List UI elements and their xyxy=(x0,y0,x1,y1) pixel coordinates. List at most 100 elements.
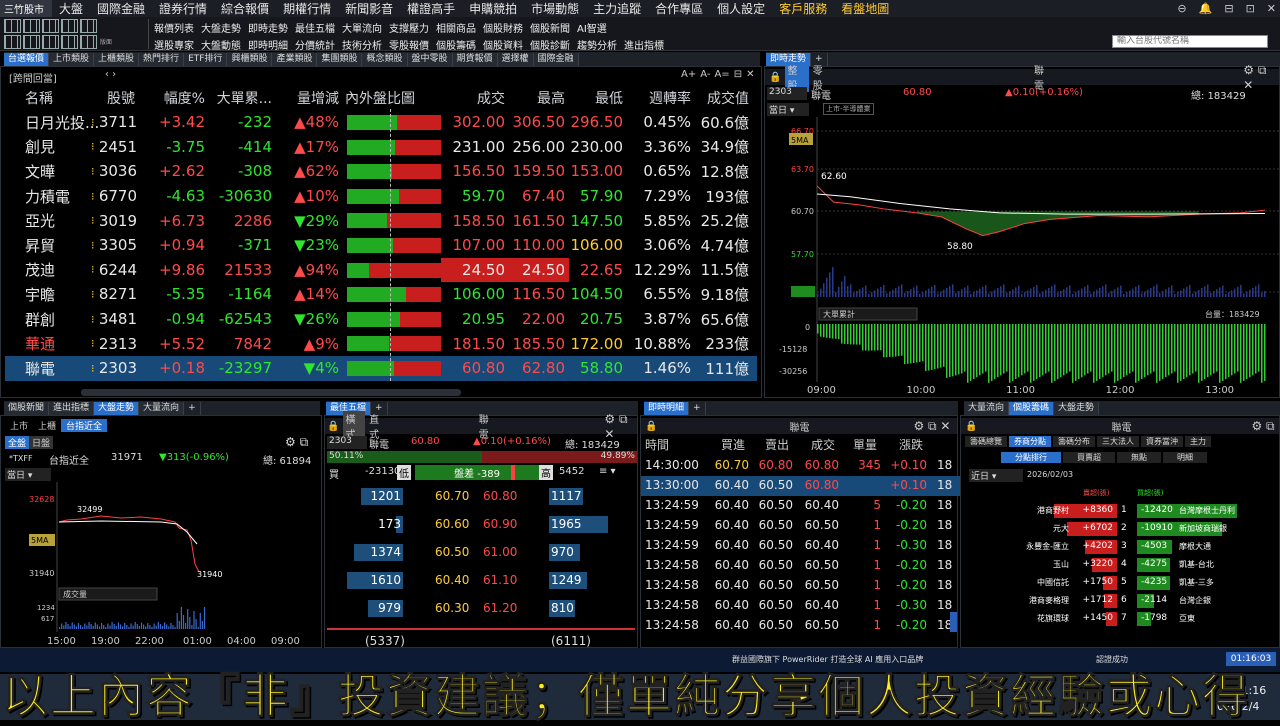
quote-control-0[interactable]: A+ xyxy=(681,69,696,80)
toolbar-btn-5[interactable]: 支撐壓力 xyxy=(389,20,429,35)
broker-sell-name[interactable]: 台灣企銀 xyxy=(1179,595,1211,606)
quote-tab-1[interactable]: 上市類股 xyxy=(49,53,95,66)
broker-sell-name[interactable]: 凱基-台北 xyxy=(1179,559,1214,570)
toolbar-btn2-5[interactable]: 零股報價 xyxy=(389,37,429,52)
menu-item-10[interactable]: 合作專區 xyxy=(648,0,710,17)
quote-control-1[interactable]: A- xyxy=(700,69,710,80)
menu-item-0[interactable]: 大盤 xyxy=(52,0,90,17)
layout-grid-icon[interactable] xyxy=(42,19,59,33)
index-period-select[interactable]: 當日 ▾ xyxy=(5,468,51,481)
more-icon[interactable]: ⁝ xyxy=(91,239,95,252)
broker-tab-1[interactable]: 個股籌碼 xyxy=(1009,402,1055,415)
quote-tab-12[interactable]: 國際金融 xyxy=(533,53,579,66)
toolbar-btn2-4[interactable]: 技術分析 xyxy=(342,37,382,52)
menu-item-11[interactable]: 個人設定 xyxy=(710,0,772,17)
toolbar-btn-4[interactable]: 大單流向 xyxy=(342,20,382,35)
ask-price[interactable]: 61.10 xyxy=(483,572,517,589)
broker-buy-name[interactable]: 中國信託 xyxy=(1037,577,1069,588)
toolbar-btn-2[interactable]: 即時走勢 xyxy=(248,20,288,35)
broker-tab-2[interactable]: 大盤走勢 xyxy=(1054,402,1100,415)
scroll-thumb[interactable] xyxy=(950,612,957,632)
broker-buy-name[interactable]: 元大 xyxy=(1053,523,1069,534)
menu-item-5[interactable]: 新聞影音 xyxy=(338,0,400,17)
tick-row[interactable]: 13:24:58 60.40 60.50 60.50 1 -0.20 18 xyxy=(641,576,961,596)
toolbar-btn2-8[interactable]: 個股診斷 xyxy=(530,37,570,52)
broker-sell-name[interactable]: 台灣摩根士丹利 xyxy=(1179,505,1235,516)
tick-row[interactable]: 13:30:00 60.40 60.50 60.80 +0.10 18 xyxy=(641,476,961,496)
toolbar-btn2-9[interactable]: 趨勢分析 xyxy=(577,37,617,52)
more-icon[interactable]: ⁝ xyxy=(91,190,95,203)
index-tab-1[interactable]: 進出指標 xyxy=(49,402,95,415)
more-icon[interactable]: ⁝ xyxy=(91,214,95,227)
toolbar-btn-9[interactable]: AI智選 xyxy=(577,20,607,35)
tick-col-4[interactable]: 單量 xyxy=(853,436,877,453)
tick-col-1[interactable]: 買進 xyxy=(721,436,745,453)
toolbar-btn2-2[interactable]: 即時明細 xyxy=(248,37,288,52)
col-header-9[interactable]: 週轉率 xyxy=(649,88,691,108)
broker-sell-name[interactable]: 凱基-三多 xyxy=(1179,577,1214,588)
toolbar-btn2-1[interactable]: 大盤動態 xyxy=(201,37,241,52)
tick-col-5[interactable]: 漲跌 xyxy=(899,436,923,453)
broker-subtab-2[interactable]: 籌碼分布 xyxy=(1053,436,1095,447)
code-input[interactable]: 2303 xyxy=(767,87,807,100)
layout-grid-icon[interactable] xyxy=(4,35,21,49)
more-icon[interactable]: ⁝ xyxy=(91,288,95,301)
toolbar-btn2-10[interactable]: 進出指標 xyxy=(624,37,664,52)
quote-row[interactable]: 亞光 ⁝ 3019 +6.73 2286 ▼29% 158.50 161.50 147.50 5.… xyxy=(5,208,757,233)
tick-row[interactable]: 13:24:59 60.40 60.50 60.40 1 -0.30 18 xyxy=(641,536,961,556)
broker-subtab-5[interactable]: 主力 xyxy=(1185,436,1211,447)
broker-sell-name[interactable]: 亞東 xyxy=(1179,613,1195,624)
window-control-4[interactable]: ✕ xyxy=(1267,2,1276,15)
index-subtab-2[interactable]: 台指近全 xyxy=(61,419,108,432)
menu-item-12[interactable]: 客戶服務 xyxy=(772,0,834,17)
broker-subtab-1[interactable]: 券商分點 xyxy=(1009,436,1051,447)
ask-price[interactable]: 60.90 xyxy=(483,516,517,533)
index-mode-1[interactable]: 日盤 xyxy=(29,436,54,449)
quote-tab-3[interactable]: 熱門排行 xyxy=(139,53,185,66)
quote-tab-8[interactable]: 概念類股 xyxy=(362,53,408,66)
col-header-6[interactable]: 成交 xyxy=(477,88,505,108)
index-subtab-1[interactable]: 上櫃 xyxy=(33,419,61,432)
quote-row[interactable]: 力積電 ⁝ 6770 -4.63 -30630 ▲10% 59.70 67.40 57.90 7.… xyxy=(5,184,757,209)
quote-row[interactable]: 聯電 ⁝ 2303 +0.18 -23297 ▼4% 60.80 62.80 58.80 1.46… xyxy=(5,356,757,381)
horizontal-scrollbar[interactable] xyxy=(81,389,461,396)
menu-item-4[interactable]: 期權行情 xyxy=(276,0,338,17)
index-subtab-0[interactable]: 上市 xyxy=(5,419,33,432)
broker-subtab-0[interactable]: 籌碼總覽 xyxy=(965,436,1007,447)
tick-col-2[interactable]: 賣出 xyxy=(765,436,789,453)
layout-grid-icon[interactable] xyxy=(80,19,97,33)
add-tab-icon[interactable]: + xyxy=(689,402,706,415)
bid-price[interactable]: 60.50 xyxy=(435,544,469,561)
quote-row[interactable]: 文曄 ⁝ 3036 +2.62 -308 ▲62% 156.50 159.50 153.00 0.… xyxy=(5,159,757,184)
window-control-1[interactable]: 🔔 xyxy=(1199,2,1213,15)
quote-control-2[interactable]: A= xyxy=(714,69,729,80)
menu-item-13[interactable]: 看盤地圖 xyxy=(834,0,896,17)
quote-row[interactable]: 宇瞻 ⁝ 8271 -5.35 -1164 ▲14% 106.00 116.50 104.50 6… xyxy=(5,282,757,307)
best5-code[interactable]: 2303 xyxy=(327,436,367,449)
broker-sub2-1[interactable]: 買賣超 xyxy=(1063,452,1115,463)
broker-subtab-3[interactable]: 三大法人 xyxy=(1097,436,1139,447)
menu-item-6[interactable]: 權證高手 xyxy=(400,0,462,17)
broker-sell-name[interactable]: 新加坡商瑞銀 xyxy=(1179,523,1227,534)
quote-row[interactable]: 群創 ⁝ 3481 -0.94 -62543 ▼26% 20.95 22.00 20.75 3.8… xyxy=(5,307,757,332)
quote-tab-10[interactable]: 期貨報價 xyxy=(452,53,498,66)
quote-controls[interactable]: A+ A- A= ⊟ ✕ xyxy=(681,69,754,80)
layout-grid-icon[interactable] xyxy=(42,35,59,49)
search-input[interactable]: 輸入台股代號名稱 xyxy=(1112,35,1268,48)
menu-item-7[interactable]: 申購競拍 xyxy=(462,0,524,17)
col-header-0[interactable]: 名稱 xyxy=(25,88,53,108)
broker-buy-name[interactable]: 玉山 xyxy=(1053,559,1069,570)
more-icon[interactable]: ⁝ xyxy=(91,337,95,350)
ask-price[interactable]: 61.20 xyxy=(483,600,517,617)
broker-sub2-3[interactable]: 明細 xyxy=(1163,452,1207,463)
quote-tab-4[interactable]: ETF排行 xyxy=(184,53,228,66)
tick-row[interactable]: 13:24:58 60.40 60.50 60.40 1 -0.30 18 xyxy=(641,596,961,616)
menu-item-3[interactable]: 綜合報價 xyxy=(214,0,276,17)
quote-control-3[interactable]: ⊟ xyxy=(734,69,742,80)
broker-buy-name[interactable]: 花旗環球 xyxy=(1037,613,1069,624)
bid-price[interactable]: 60.40 xyxy=(435,572,469,589)
tick-row[interactable]: 13:24:58 60.40 60.50 60.50 1 -0.20 18 xyxy=(641,556,961,576)
ask-price[interactable]: 61.00 xyxy=(483,544,517,561)
tick-row[interactable]: 13:24:58 60.40 60.50 60.50 1 -0.20 18 xyxy=(641,616,961,636)
period-select[interactable]: 當日 ▾ xyxy=(767,103,809,116)
